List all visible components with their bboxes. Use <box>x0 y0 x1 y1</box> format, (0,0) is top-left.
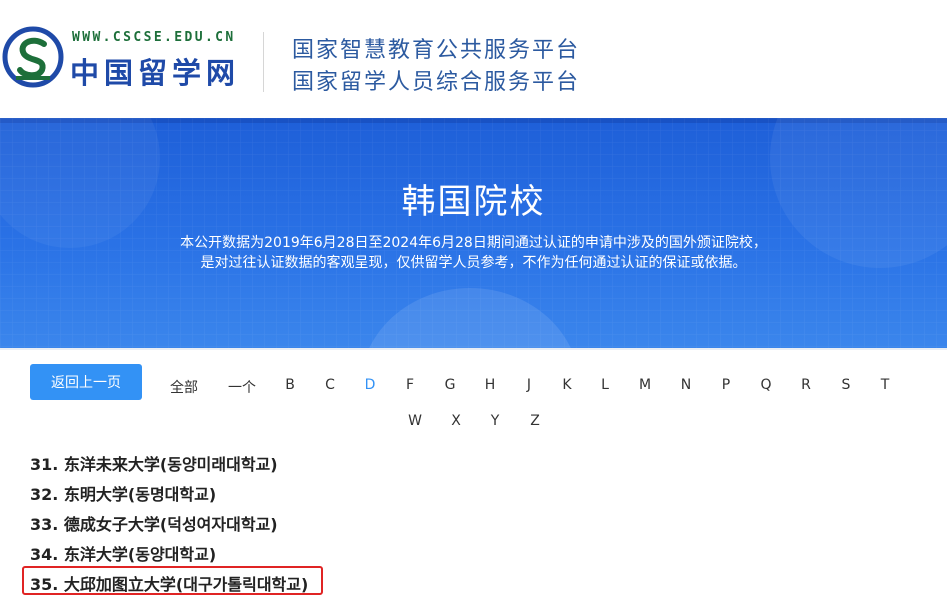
page-title: 韩国院校 <box>401 182 546 222</box>
filter-letter-w[interactable]: W <box>408 413 422 429</box>
filter-letter-k[interactable]: K <box>562 377 571 393</box>
filter-letter-g[interactable]: G <box>445 377 456 393</box>
filter-letter-r[interactable]: R <box>801 377 811 393</box>
filter-letter-m[interactable]: M <box>639 377 651 393</box>
filter-letter-n[interactable]: N <box>681 377 691 393</box>
filter-letter-f[interactable]: F <box>406 377 414 393</box>
school-list-item[interactable]: 33. 德成女子大学(덕성여자대학교) <box>30 511 278 535</box>
filter-letter-h[interactable]: H <box>485 377 496 393</box>
filter-letter-q[interactable]: Q <box>760 377 771 393</box>
logo-url: WWW.CSCSE.EDU.CN <box>72 30 236 45</box>
banner-description-1: 本公开数据为2019年6月28日至2024年6月28日期间通过认证的申请中涉及的… <box>180 235 767 251</box>
filter-letter-j[interactable]: J <box>527 377 531 393</box>
platform-title-1: 国家智慧教育公共服务平台 <box>292 38 581 63</box>
school-list-item[interactable]: 32. 东明大学(동명대학교) <box>30 481 216 505</box>
logo-emblem-icon <box>2 26 64 88</box>
filter-letter-c[interactable]: C <box>325 377 335 393</box>
logo-text: 中国留学网 <box>70 56 241 90</box>
banner-description-2: 是对过往认证数据的客观呈现，仅供留学人员参考，不作为任何通过认证的保证或依据。 <box>200 255 747 271</box>
highlight-box <box>22 566 323 595</box>
site-header: WWW.CSCSE.EDU.CN 中国留学网 国家智慧教育公共服务平台 国家留学… <box>0 0 947 118</box>
header-divider <box>263 32 264 92</box>
hero-banner: 韩国院校 本公开数据为2019年6月28日至2024年6月28日期间通过认证的申… <box>0 118 947 348</box>
back-button[interactable]: 返回上一页 <box>30 364 142 400</box>
filter-letter-b[interactable]: B <box>285 377 295 393</box>
filter-letter-一个[interactable]: 一个 <box>228 377 256 397</box>
filter-letter-d[interactable]: D <box>365 377 376 393</box>
section-divider <box>0 348 947 350</box>
school-list-item[interactable]: 34. 东洋大学(동양대학교) <box>30 541 216 565</box>
filter-letter-t[interactable]: T <box>881 377 890 393</box>
filter-letter-y[interactable]: Y <box>491 413 500 429</box>
school-list-item[interactable]: 31. 东洋未来大学(동양미래대학교) <box>30 451 278 475</box>
platform-title-2: 国家留学人员综合服务平台 <box>292 70 581 95</box>
filter-letter-s[interactable]: S <box>842 377 851 393</box>
filter-letter-p[interactable]: P <box>722 377 730 393</box>
filter-all[interactable]: 全部 <box>170 377 198 397</box>
cscse-logo[interactable]: WWW.CSCSE.EDU.CN 中国留学网 <box>0 14 250 102</box>
filter-letter-z[interactable]: Z <box>530 413 540 429</box>
filter-letter-l[interactable]: L <box>601 377 609 393</box>
filter-letter-x[interactable]: X <box>451 413 461 429</box>
